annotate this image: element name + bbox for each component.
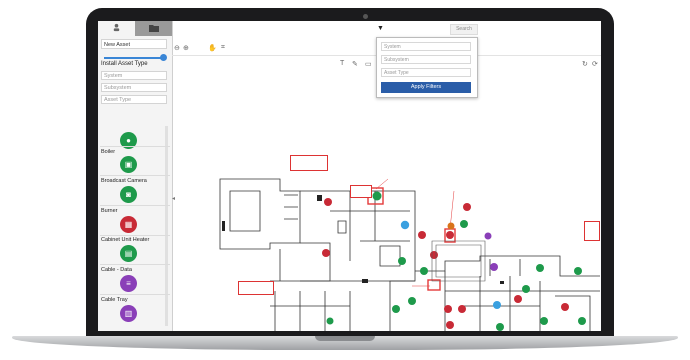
subsystem-field[interactable]: Subsystem xyxy=(101,83,167,92)
zoom-out-icon[interactable]: ⊖ xyxy=(174,44,180,52)
folder-icon xyxy=(148,24,159,34)
person-pin-icon xyxy=(112,23,121,34)
floor-plan-canvas[interactable] xyxy=(200,131,601,331)
laptop-notch xyxy=(315,336,375,341)
pan-hand-icon[interactable]: ✋ xyxy=(208,44,217,52)
cable-icon[interactable]: ≡ xyxy=(120,275,137,292)
filter-dropdown: System Subsystem Asset Type Apply Filter… xyxy=(376,37,478,98)
asset-select[interactable]: New Asset xyxy=(101,39,167,49)
zoom-slider-track[interactable] xyxy=(104,57,166,59)
annotation-callout[interactable] xyxy=(238,281,274,295)
asset-label-camera: Broadcast Camera xyxy=(101,178,147,184)
tray-icon[interactable]: ▥ xyxy=(120,305,137,322)
filter-icon[interactable]: ▼ xyxy=(377,25,387,35)
divider xyxy=(100,235,170,236)
zoom-slider-knob[interactable] xyxy=(160,54,167,61)
app-screen: New Asset Install Asset Type System Subs… xyxy=(98,21,601,331)
boiler-icon[interactable]: ▣ xyxy=(120,156,137,173)
heater-icon[interactable]: ▤ xyxy=(120,245,137,262)
asset-label-cable-data: Cable - Data xyxy=(101,267,132,273)
webcam xyxy=(363,14,368,19)
apply-filters-button[interactable]: Apply Filters xyxy=(381,82,471,93)
filter-asset-type-field[interactable]: Asset Type xyxy=(381,68,471,77)
asset-label-boiler: Boiler xyxy=(101,149,116,155)
annotation-callout[interactable] xyxy=(584,221,600,241)
asset-type-field[interactable]: Asset Type xyxy=(101,95,167,104)
filter-system-field[interactable]: System xyxy=(381,42,471,51)
annotation-callout[interactable] xyxy=(350,185,372,198)
text-icon[interactable]: T xyxy=(340,60,344,67)
install-heading: Install Asset Type xyxy=(101,61,148,67)
divider xyxy=(100,264,170,265)
zoom-in-icon[interactable]: ⊕ xyxy=(183,44,189,52)
floor-plan-drawing xyxy=(219,178,601,331)
panel-scrollbar[interactable] xyxy=(165,126,168,326)
asset-label-heater: Cabinet Unit Heater xyxy=(101,237,150,243)
asset-panel: New Asset Install Asset Type System Subs… xyxy=(98,21,173,331)
divider xyxy=(100,146,170,147)
tab-assets[interactable] xyxy=(98,21,135,36)
divider xyxy=(100,205,170,206)
filter-subsystem-field[interactable]: Subsystem xyxy=(381,55,471,64)
search-button[interactable]: Search xyxy=(450,24,478,35)
tab-layers[interactable] xyxy=(135,21,172,36)
asset-label-burner: Burner xyxy=(101,208,118,214)
redo-icon[interactable]: ↻ xyxy=(582,60,588,68)
annotation-callout[interactable] xyxy=(290,155,328,171)
divider xyxy=(100,175,170,176)
refresh-icon[interactable]: ⟳ xyxy=(592,60,598,68)
asset-label-cable-tray: Cable Tray xyxy=(101,297,128,303)
pencil-icon[interactable]: ✎ xyxy=(352,60,358,68)
panel-tabs xyxy=(98,21,172,36)
burner-icon[interactable]: ▦ xyxy=(120,216,137,233)
collapse-panel-icon[interactable]: ◂ xyxy=(172,195,178,205)
crop-icon[interactable]: ⌗ xyxy=(221,44,225,52)
rectangle-icon[interactable]: ▭ xyxy=(365,60,372,68)
system-field[interactable]: System xyxy=(101,71,167,80)
divider xyxy=(100,294,170,295)
camera-icon[interactable]: ◙ xyxy=(120,186,137,203)
